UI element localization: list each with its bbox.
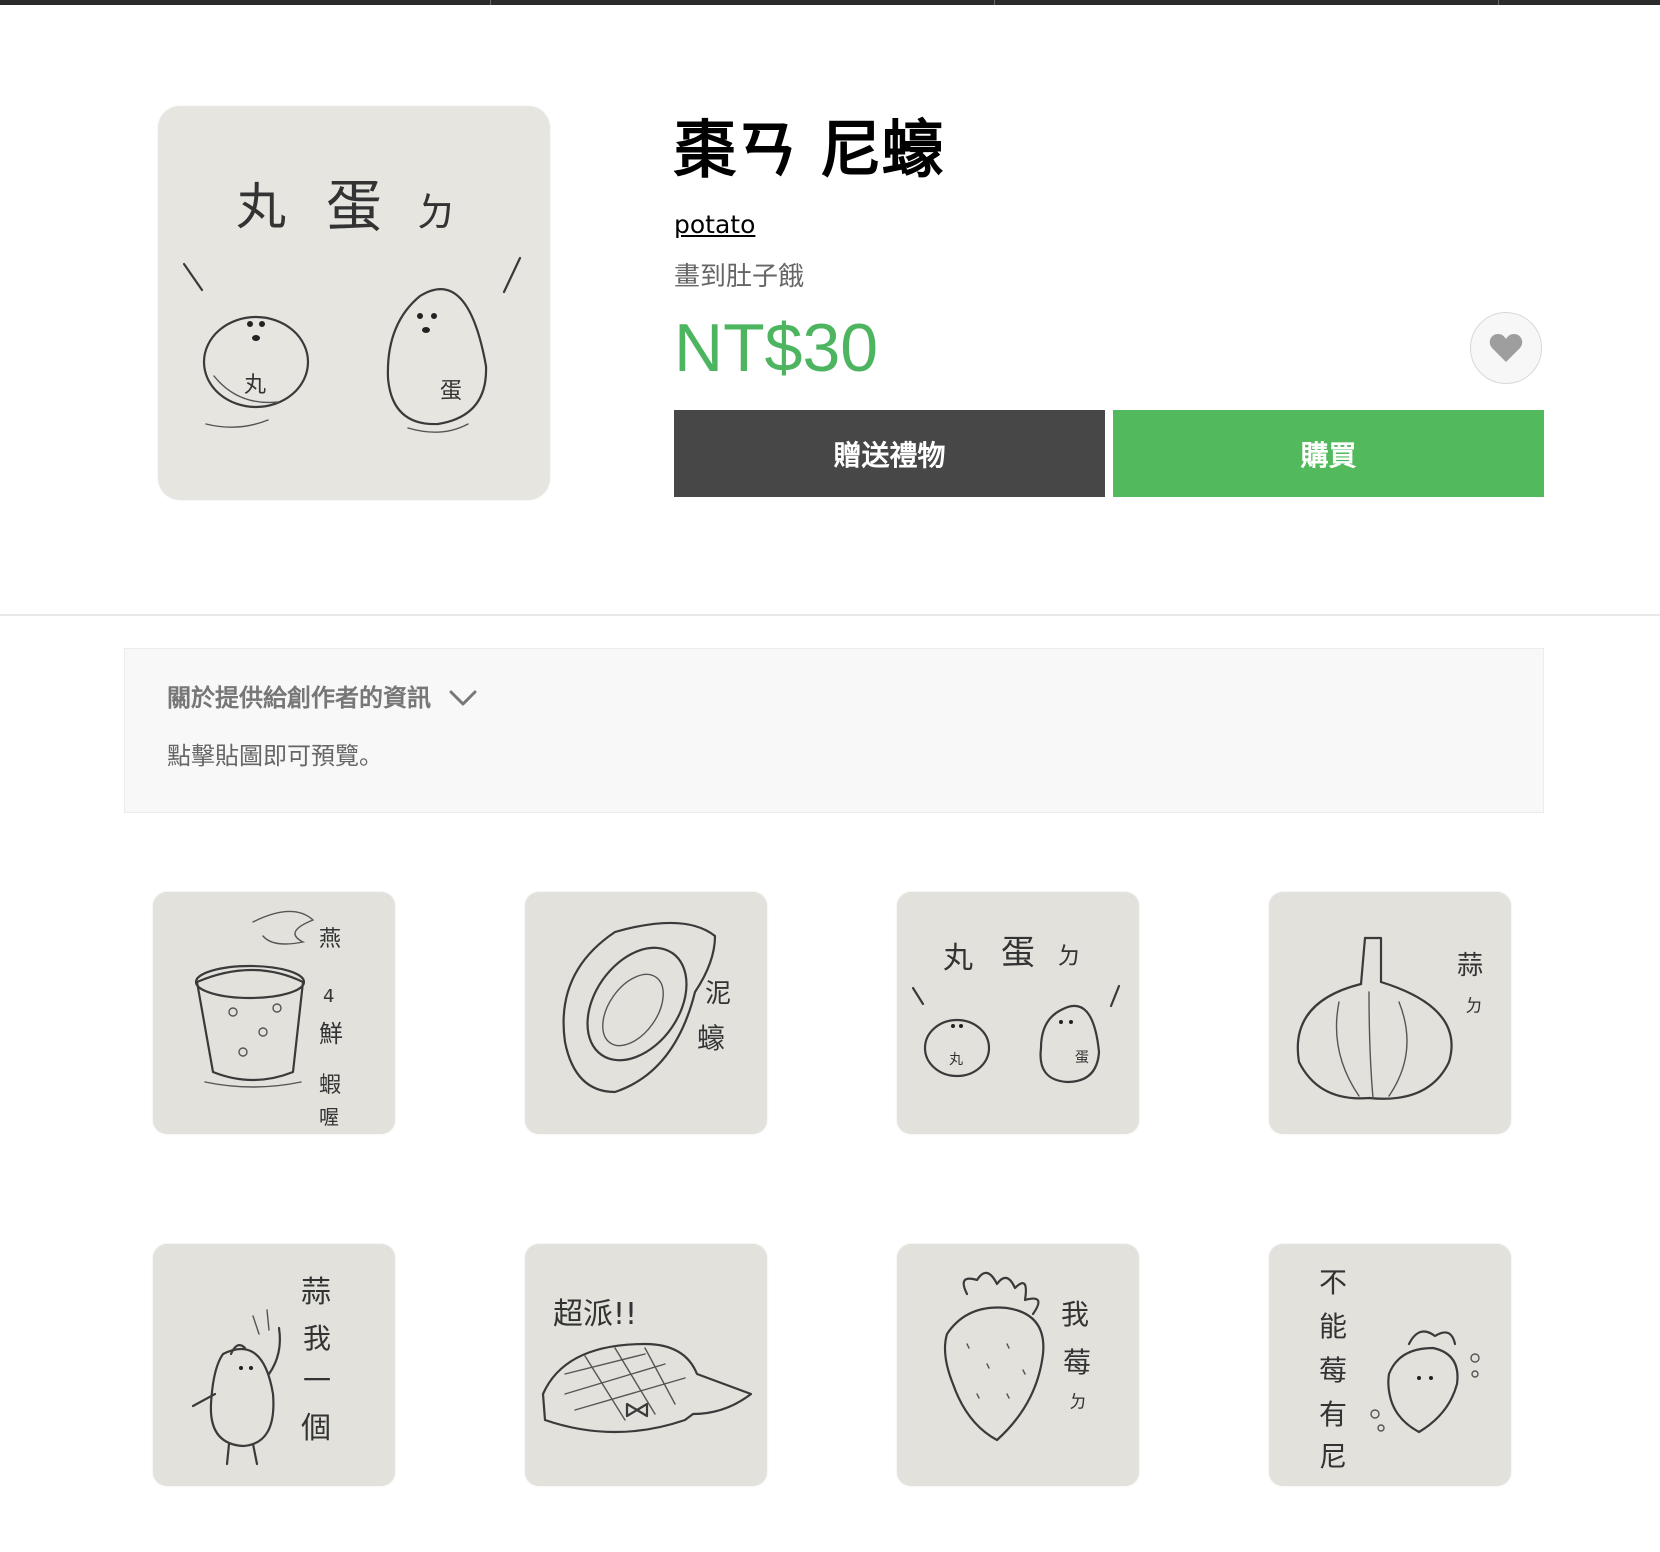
svg-text:蛋: 蛋 xyxy=(440,379,462,404)
svg-text:能: 能 xyxy=(1319,1310,1347,1343)
heart-icon xyxy=(1489,334,1523,362)
svg-text:ㄉ: ㄉ xyxy=(1069,1392,1087,1413)
favorite-button[interactable] xyxy=(1470,312,1542,384)
chevron-down-icon xyxy=(449,689,477,707)
svg-text:泥: 泥 xyxy=(705,979,731,1009)
sticker-pastry[interactable]: 超派!! xyxy=(525,1244,767,1486)
svg-text:蛋: 蛋 xyxy=(1001,933,1035,973)
svg-text:尼: 尼 xyxy=(1319,1440,1347,1473)
sticker-strawberry-small[interactable]: 不 能 莓 有 尼 xyxy=(1269,1244,1511,1486)
svg-text:莓: 莓 xyxy=(1063,1346,1091,1379)
sticker-strawberry[interactable]: 我 莓 ㄉ xyxy=(897,1244,1139,1486)
svg-text:丸: 丸 xyxy=(236,178,286,236)
author-link[interactable]: potato xyxy=(674,210,755,240)
svg-text:一: 一 xyxy=(303,1364,331,1397)
sticker-soup[interactable]: 燕 4 鮮 蝦 喔 xyxy=(153,892,395,1134)
svg-text:ㄉ: ㄉ xyxy=(416,190,456,236)
product-description: 畫到肚子餓 xyxy=(674,262,805,292)
svg-text:燕: 燕 xyxy=(319,927,341,952)
svg-text:ㄉ: ㄉ xyxy=(1465,996,1483,1017)
svg-text:我: 我 xyxy=(1061,1298,1089,1331)
svg-text:鮮: 鮮 xyxy=(319,1020,343,1048)
svg-text:丸: 丸 xyxy=(244,373,266,398)
top-bar xyxy=(0,0,1660,5)
svg-text:喔: 喔 xyxy=(319,1105,339,1129)
creator-info-title: 關於提供給創作者的資訊 xyxy=(167,684,431,712)
svg-text:我: 我 xyxy=(303,1322,331,1355)
svg-text:蛋: 蛋 xyxy=(1075,1050,1089,1066)
gift-button[interactable]: 贈送禮物 xyxy=(674,410,1105,497)
preview-hint: 點擊貼圖即可預覽。 xyxy=(167,742,383,770)
svg-text:蝦: 蝦 xyxy=(319,1073,341,1098)
sticker-garlic-char[interactable]: 蒜 我 一 個 xyxy=(153,1244,395,1486)
svg-text:ㄉ: ㄉ xyxy=(1057,942,1081,970)
main-sticker-image: 丸 蛋 ㄉ 丸 蛋 xyxy=(158,106,550,500)
svg-text:有: 有 xyxy=(1319,1398,1347,1431)
sticker-garlic[interactable]: 蒜 ㄉ xyxy=(1269,892,1511,1134)
section-divider xyxy=(0,614,1660,616)
buy-button[interactable]: 購買 xyxy=(1113,410,1544,497)
creator-info-toggle[interactable]: 關於提供給創作者的資訊 xyxy=(167,683,477,713)
svg-text:蛋: 蛋 xyxy=(326,175,382,240)
svg-text:4: 4 xyxy=(323,986,334,1007)
svg-text:丸: 丸 xyxy=(949,1052,963,1068)
svg-text:不: 不 xyxy=(1319,1266,1347,1299)
svg-text:蒜: 蒜 xyxy=(301,1275,331,1310)
svg-text:個: 個 xyxy=(301,1411,331,1446)
product-price: NT$30 xyxy=(674,310,879,386)
svg-text:蒜: 蒜 xyxy=(1457,951,1483,981)
sticker-meatball[interactable]: 丸 蛋 ㄉ 丸 蛋 xyxy=(897,892,1139,1134)
svg-text:莓: 莓 xyxy=(1319,1354,1347,1387)
product-title: 棗ㄢ 尼蠔 xyxy=(674,113,944,186)
svg-text:超派!!: 超派!! xyxy=(553,1297,637,1332)
svg-text:蠔: 蠔 xyxy=(697,1022,725,1055)
sticker-oyster[interactable]: 泥 蠔 xyxy=(525,892,767,1134)
creator-info-panel: 關於提供給創作者的資訊 點擊貼圖即可預覽。 xyxy=(124,648,1544,813)
svg-text:丸: 丸 xyxy=(943,941,973,976)
